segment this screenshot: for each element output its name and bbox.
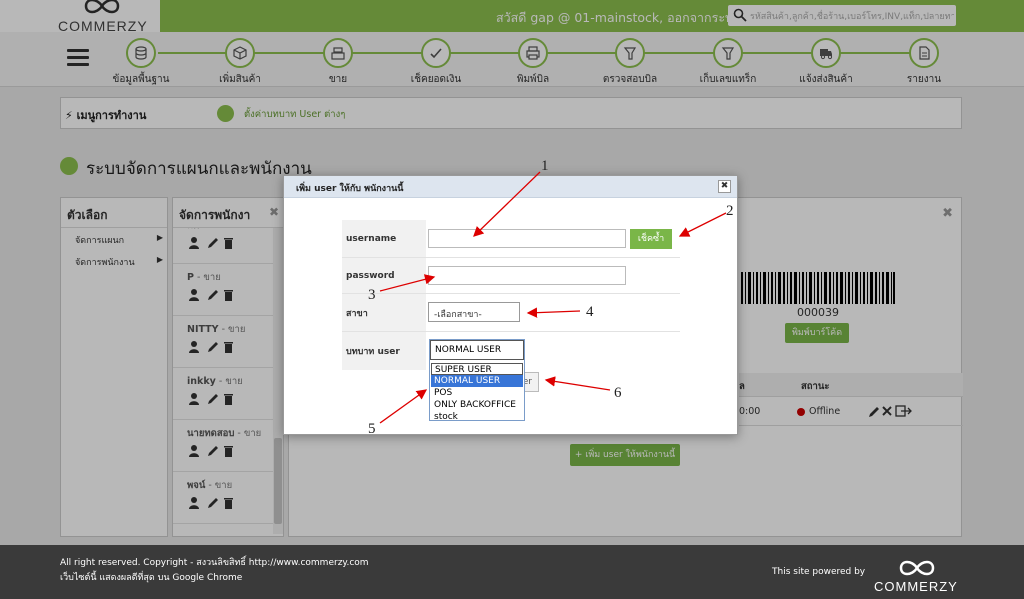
footer: All right reserved. Copyright - สงวนลิขส… bbox=[0, 545, 1024, 599]
role-option-stock[interactable]: stock bbox=[431, 411, 523, 423]
role-option-super-user[interactable]: SUPER USER bbox=[431, 363, 523, 375]
role-option-pos[interactable]: POS bbox=[431, 387, 523, 399]
footer-logo-text: COMMERZY bbox=[874, 579, 958, 594]
modal-title: เพิ่ม user ให้กับ พนักงานนี้ bbox=[284, 176, 737, 198]
username-input[interactable] bbox=[428, 229, 626, 248]
branch-select[interactable]: -เลือกสาขา- bbox=[428, 302, 520, 322]
footer-browser-note: เว็บไซต์นี้ แสดงผลดีที่สุด บน Google Chr… bbox=[60, 573, 243, 583]
password-row: password bbox=[342, 258, 680, 294]
footer-powered-by: This site powered by bbox=[772, 567, 866, 577]
footer-copyright: All right reserved. Copyright - สงวนลิขส… bbox=[60, 558, 369, 568]
role-select-dropdown[interactable]: NORMAL USER SUPER USER NORMAL USER POS O… bbox=[429, 339, 525, 423]
username-row: username เช็คซ้ำ bbox=[342, 220, 680, 258]
role-option-backoffice[interactable]: ONLY BACKOFFICE bbox=[431, 399, 523, 411]
add-user-modal: เพิ่ม user ให้กับ พนักงานนี้ ✖ username … bbox=[283, 175, 738, 435]
role-select[interactable]: NORMAL USER bbox=[430, 340, 524, 360]
password-input[interactable] bbox=[428, 266, 626, 285]
branch-row: สาขา -เลือกสาขา- bbox=[342, 294, 680, 332]
modal-close-button[interactable]: ✖ bbox=[718, 180, 731, 193]
role-option-normal-user[interactable]: NORMAL USER bbox=[431, 375, 523, 387]
check-duplicate-button[interactable]: เช็คซ้ำ bbox=[630, 229, 672, 249]
infinity-logo-icon bbox=[899, 560, 935, 576]
